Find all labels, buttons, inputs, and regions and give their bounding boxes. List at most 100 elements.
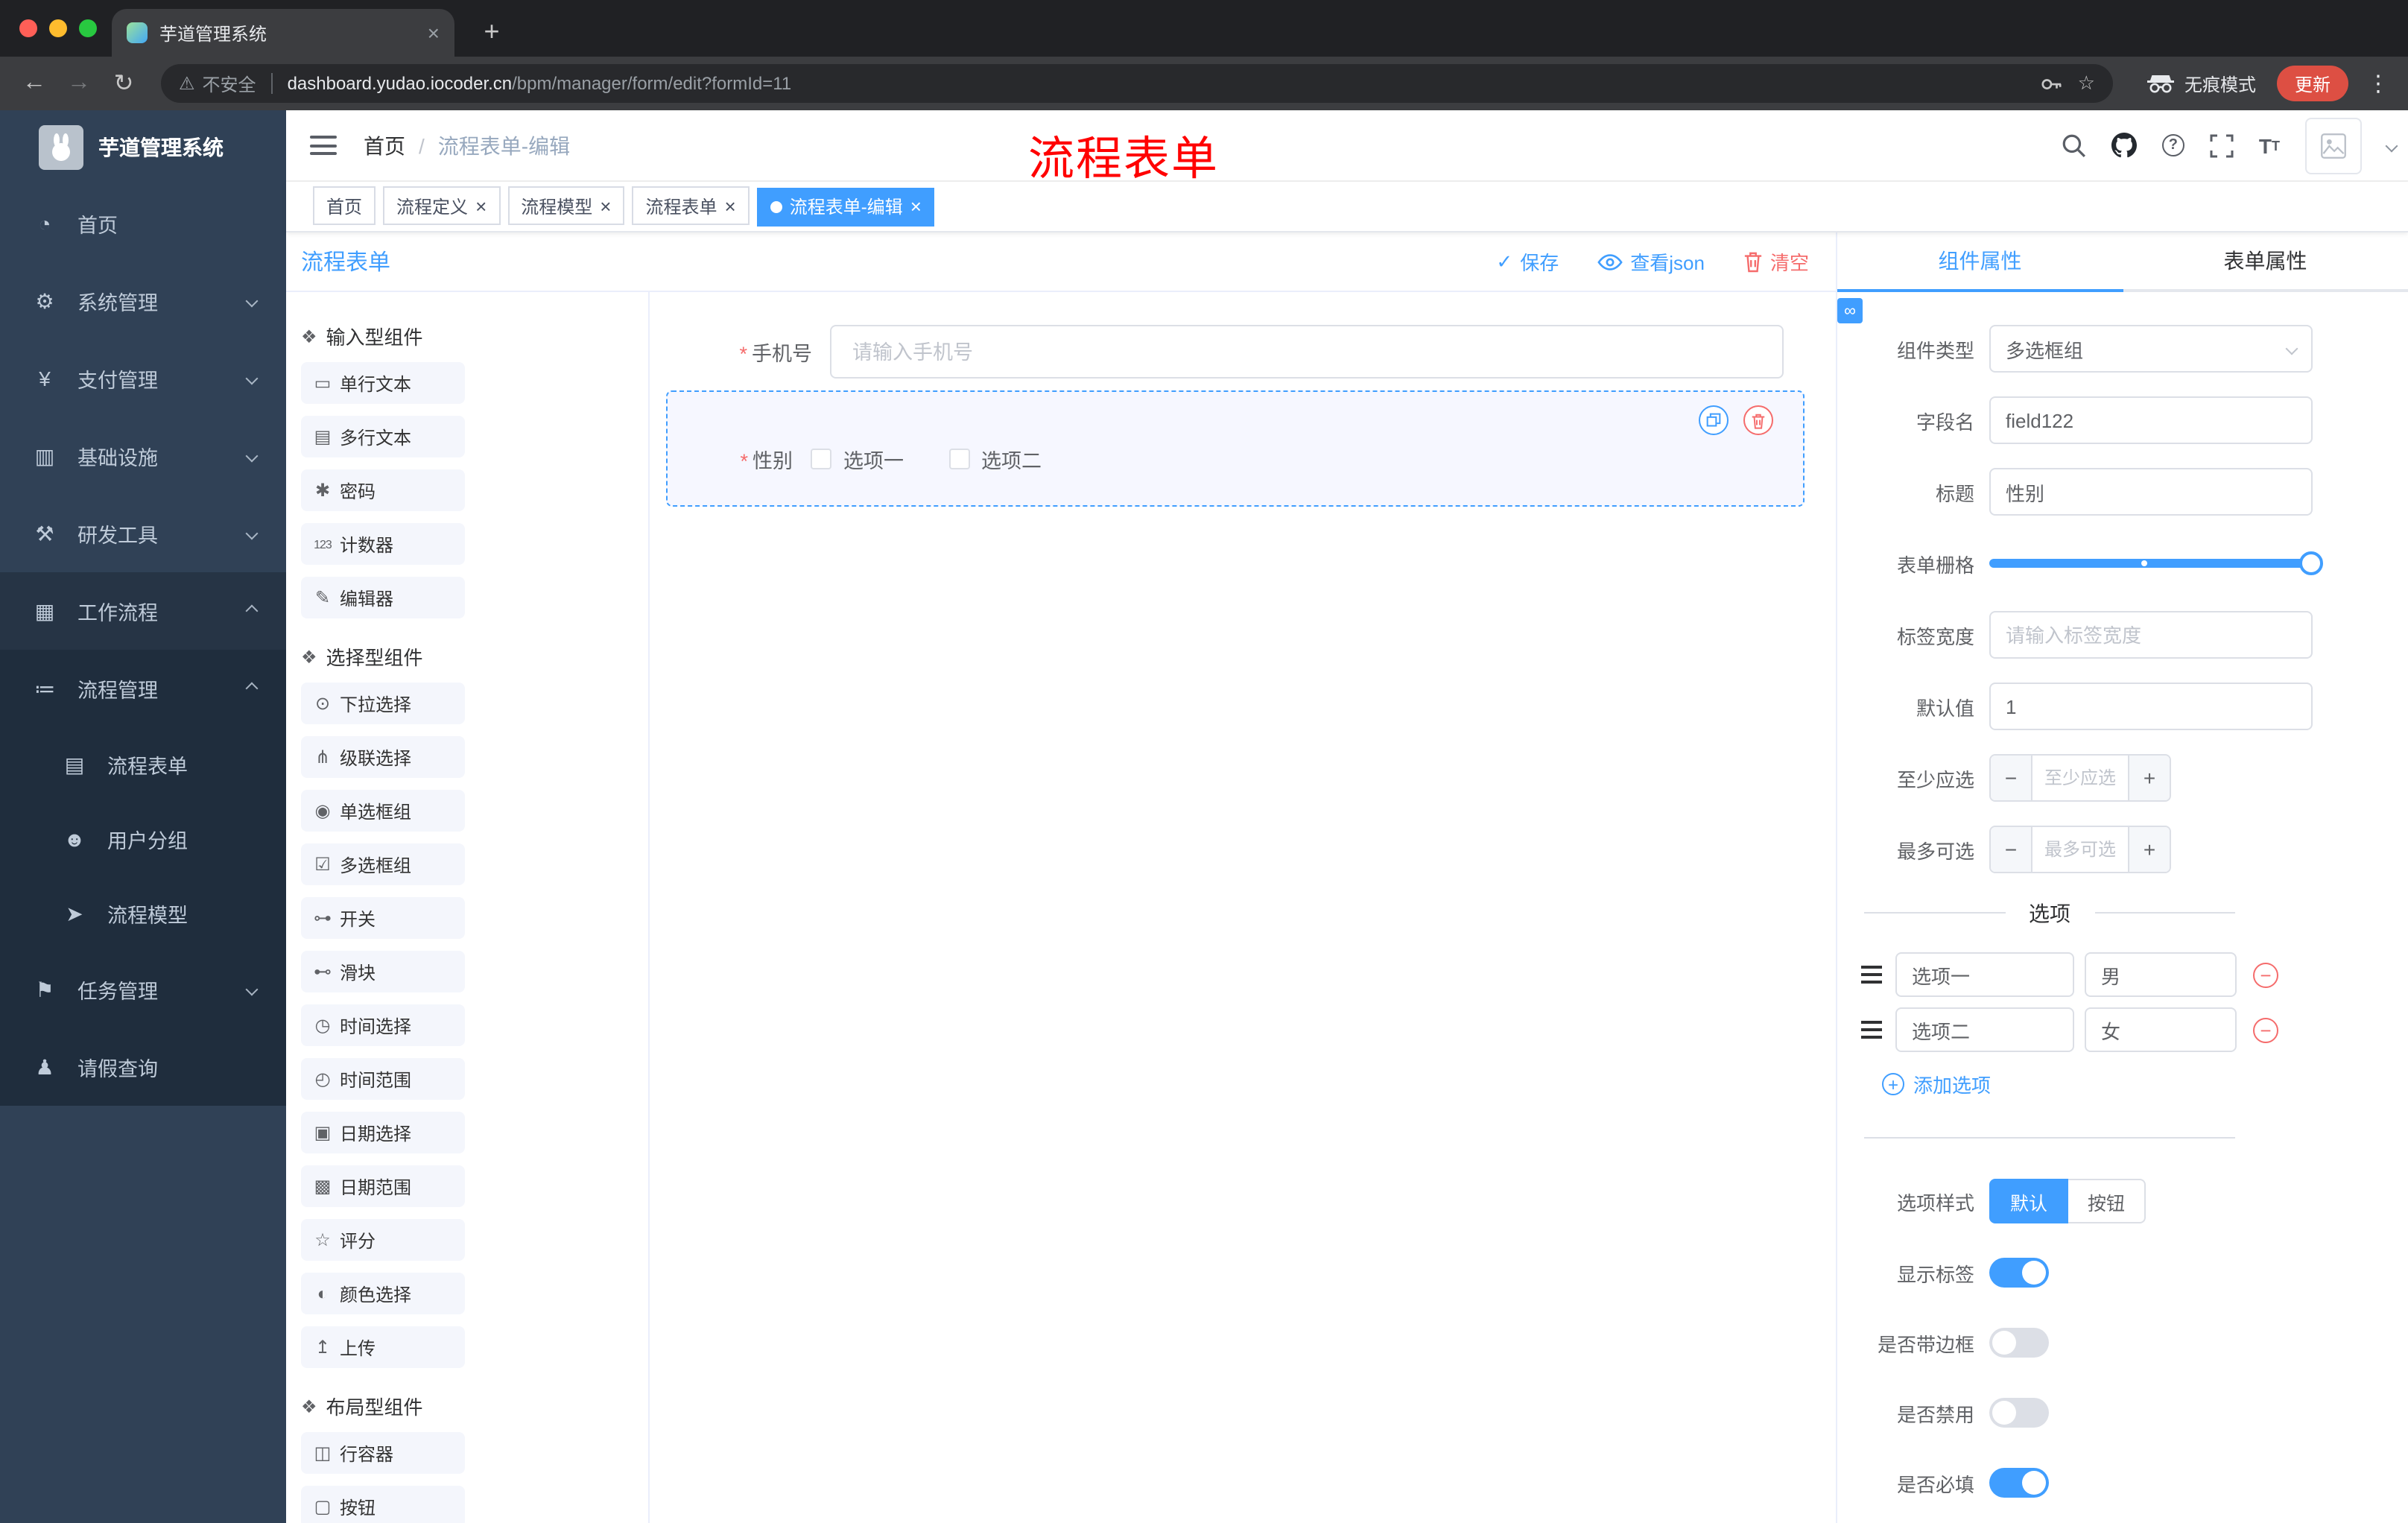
palette-item-row-container[interactable]: ◫ 行容器 — [301, 1432, 465, 1474]
palette-item-checkbox-group[interactable]: ☑ 多选框组 — [301, 843, 465, 885]
toggle-required[interactable] — [1989, 1468, 2049, 1498]
add-option-button[interactable]: + 添加选项 — [1882, 1070, 2313, 1098]
drag-handle-icon[interactable] — [1861, 1028, 1882, 1031]
close-icon[interactable]: × — [600, 197, 611, 216]
close-tab-icon[interactable]: × — [428, 21, 440, 45]
sidebar-item-payment-mgmt[interactable]: ¥ 支付管理 — [0, 340, 286, 417]
copy-widget-button[interactable] — [1699, 405, 1729, 435]
decrease-button[interactable]: − — [1991, 756, 2032, 800]
link-icon[interactable]: ∞ — [1837, 298, 1863, 323]
close-window-button[interactable] — [19, 19, 37, 37]
security-chip[interactable]: 不安全 — [203, 71, 256, 96]
palette-item-rate[interactable]: ☆ 评分 — [301, 1219, 465, 1261]
checkbox-icon[interactable] — [811, 449, 831, 469]
grid-slider[interactable] — [1989, 551, 2323, 575]
palette-item-single-line-text[interactable]: ▭ 单行文本 — [301, 362, 465, 404]
gender-option-2[interactable]: 选项二 — [948, 444, 1042, 474]
option-value-input[interactable] — [2085, 952, 2237, 997]
palette-item-slider[interactable]: ⊷ 滑块 — [301, 951, 465, 992]
sidebar-item-workflow[interactable]: ▦ 工作流程 — [0, 572, 286, 650]
slider-handle[interactable] — [2299, 551, 2323, 575]
font-size-icon[interactable]: TT — [2259, 133, 2280, 157]
checkbox-icon[interactable] — [948, 449, 969, 469]
sidebar-item-system-mgmt[interactable]: ⚙ 系统管理 — [0, 262, 286, 340]
address-bar[interactable]: ⚠ 不安全 dashboard.yudao.iocoder.cn /bpm/ma… — [161, 64, 2113, 103]
clear-button[interactable]: 清空 — [1743, 247, 1809, 276]
palette-item-cascader[interactable]: ⋔ 级联选择 — [301, 736, 465, 778]
key-icon[interactable] — [2041, 72, 2063, 95]
increase-button[interactable]: + — [2128, 756, 2170, 800]
delete-widget-button[interactable] — [1743, 405, 1773, 435]
avatar[interactable] — [2305, 117, 2362, 174]
bookmark-star-icon[interactable]: ☆ — [2078, 72, 2095, 95]
style-default-button[interactable]: 默认 — [1989, 1179, 2069, 1223]
palette-item-date-picker[interactable]: ▣ 日期选择 — [301, 1112, 465, 1153]
help-icon[interactable]: ? — [2161, 134, 2184, 156]
palette-item-editor[interactable]: ✎ 编辑器 — [301, 577, 465, 618]
sidebar-item-process-model[interactable]: ➤ 流程模型 — [0, 876, 286, 951]
tag-home[interactable]: 首页 — [313, 186, 376, 226]
drag-handle-icon[interactable] — [1861, 973, 1882, 976]
tag-process-model[interactable]: 流程模型 × — [507, 186, 625, 226]
tag-process-form[interactable]: 流程表单 × — [632, 186, 750, 226]
palette-item-password[interactable]: ✱ 密码 — [301, 469, 465, 511]
title-input[interactable] — [1989, 468, 2313, 516]
toggle-show-label[interactable] — [1989, 1258, 2049, 1288]
phone-input[interactable] — [830, 325, 1784, 379]
close-icon[interactable]: × — [910, 197, 922, 217]
option-value-input[interactable] — [2085, 1007, 2237, 1052]
view-json-button[interactable]: 查看json — [1597, 247, 1705, 276]
remove-option-button[interactable]: − — [2253, 962, 2278, 987]
palette-item-upload[interactable]: ↥ 上传 — [301, 1326, 465, 1368]
style-button-button[interactable]: 按钮 — [2068, 1179, 2146, 1223]
search-icon[interactable] — [2061, 133, 2086, 158]
field-name-input[interactable] — [1989, 396, 2313, 444]
close-icon[interactable]: × — [725, 197, 736, 216]
sidebar-item-process-form[interactable]: ▤ 流程表单 — [0, 727, 286, 802]
palette-item-color-picker[interactable]: ◐ 颜色选择 — [301, 1273, 465, 1314]
forward-icon[interactable]: → — [60, 64, 98, 103]
component-type-select[interactable]: 多选框组 — [1989, 325, 2313, 373]
tag-process-form-edit[interactable]: 流程表单-编辑 × — [756, 187, 935, 227]
palette-item-select[interactable]: ⊙ 下拉选择 — [301, 683, 465, 724]
palette-item-date-range[interactable]: ▩ 日期范围 — [301, 1165, 465, 1207]
option-label-input[interactable] — [1895, 1007, 2074, 1052]
option-label-input[interactable] — [1895, 952, 2074, 997]
palette-item-button[interactable]: ▢ 按钮 — [301, 1486, 465, 1523]
browser-tab[interactable]: 芋道管理系统 × — [112, 9, 454, 57]
hamburger-icon[interactable] — [310, 136, 337, 155]
tab-component-props[interactable]: 组件属性 — [1837, 232, 2123, 292]
fullscreen-icon[interactable] — [2210, 133, 2234, 157]
reload-icon[interactable]: ↻ — [104, 64, 143, 103]
toggle-disabled[interactable] — [1989, 1398, 2049, 1428]
palette-item-radio-group[interactable]: ◉ 单选框组 — [301, 790, 465, 832]
github-icon[interactable] — [2111, 133, 2137, 158]
tab-form-props[interactable]: 表单属性 — [2123, 232, 2408, 289]
new-tab-button[interactable]: + — [472, 12, 511, 51]
max-select-input[interactable] — [2032, 827, 2128, 872]
palette-item-counter[interactable]: 123 计数器 — [301, 523, 465, 565]
palette-item-time-range[interactable]: ◴ 时间范围 — [301, 1058, 465, 1100]
sidebar-item-process-mgmt[interactable]: ≔ 流程管理 — [0, 650, 286, 727]
tag-process-definition[interactable]: 流程定义 × — [383, 186, 501, 226]
sidebar-item-user-group[interactable]: ☻ 用户分组 — [0, 802, 286, 876]
selected-widget-gender[interactable]: 性别 选项一 选项二 — [666, 390, 1805, 507]
default-value-input[interactable] — [1989, 683, 2313, 730]
label-width-input[interactable] — [1989, 611, 2313, 659]
browser-update-button[interactable]: 更新 — [2276, 66, 2348, 101]
palette-item-time-picker[interactable]: ◷ 时间选择 — [301, 1004, 465, 1046]
save-button[interactable]: ✓ 保存 — [1496, 247, 1559, 276]
gender-option-1[interactable]: 选项一 — [811, 444, 904, 474]
remove-option-button[interactable]: − — [2253, 1017, 2278, 1042]
sidebar-item-home[interactable]: ◔ 首页 — [0, 185, 286, 262]
back-icon[interactable]: ← — [15, 64, 54, 103]
chevron-down-icon[interactable] — [2385, 139, 2398, 152]
close-icon[interactable]: × — [475, 197, 487, 216]
sidebar-item-infrastructure[interactable]: ▥ 基础设施 — [0, 417, 286, 495]
decrease-button[interactable]: − — [1991, 827, 2032, 872]
breadcrumb-root[interactable]: 首页 — [364, 130, 405, 160]
increase-button[interactable]: + — [2128, 827, 2170, 872]
maximize-window-button[interactable] — [79, 19, 97, 37]
sidebar-item-dev-tools[interactable]: ⚒ 研发工具 — [0, 495, 286, 572]
min-select-input[interactable] — [2032, 756, 2128, 800]
